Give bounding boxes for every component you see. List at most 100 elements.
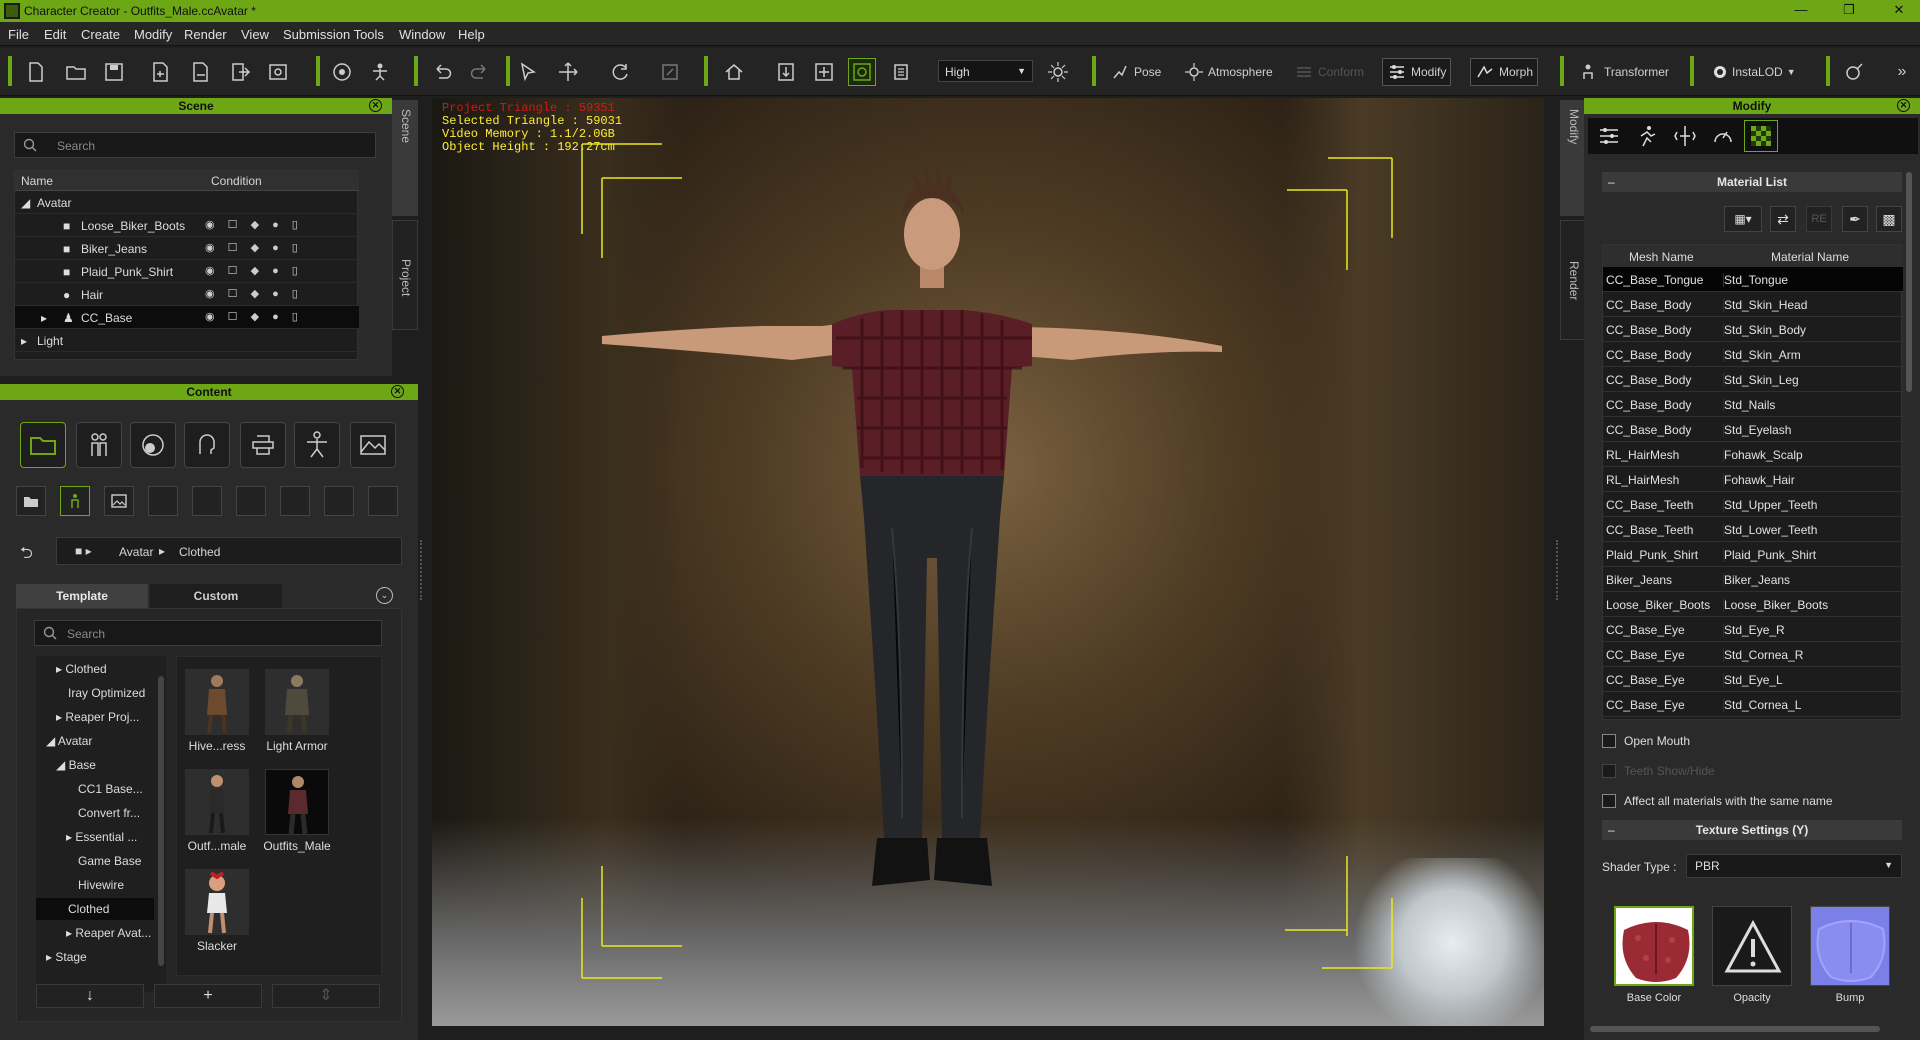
tab-project[interactable]: Project — [392, 220, 418, 330]
close-icon[interactable]: ✕ — [369, 99, 382, 112]
tab-render[interactable]: Render — [1560, 220, 1586, 340]
display-mode-icon[interactable] — [888, 58, 916, 86]
morph-tab-icon[interactable] — [1668, 120, 1702, 152]
tree-row-shirt[interactable]: ■ Plaid_Punk_Shirt ◉ ☐ ◆ ● ▯ — [15, 260, 359, 283]
material-tab-icon[interactable] — [1744, 120, 1778, 152]
tree-row-boots[interactable]: ■ Loose_Biker_Boots ◉ ☐ ◆ ● ▯ — [15, 214, 359, 237]
sub-avatar-icon[interactable] — [60, 486, 90, 516]
save-icon[interactable] — [100, 58, 128, 86]
tree-row-light[interactable]: ▸ Light — [15, 329, 359, 352]
menu-view[interactable]: View — [241, 27, 269, 42]
home-camera-icon[interactable] — [720, 58, 748, 86]
plugin-icon[interactable] — [1840, 58, 1868, 86]
replace-icon[interactable]: ⇕ — [272, 984, 380, 1008]
close-icon[interactable]: ✕ — [1897, 99, 1910, 112]
accessory-icon[interactable] — [240, 422, 286, 468]
splitter-handle[interactable] — [1556, 540, 1560, 600]
tab-scene[interactable]: Scene — [392, 100, 418, 216]
morph-content-icon[interactable] — [130, 422, 176, 468]
morph-button[interactable]: Morph — [1470, 58, 1539, 86]
menu-file[interactable]: File — [8, 27, 29, 42]
modify-button[interactable]: Modify — [1382, 58, 1452, 86]
folder-item[interactable]: ▸ Stage — [46, 946, 87, 968]
base-color-texture[interactable] — [1614, 906, 1694, 986]
material-row[interactable]: CC_Base_Body Std_Skin_Head — [1603, 292, 1903, 317]
affect-all-checkbox[interactable] — [1602, 794, 1616, 808]
move-icon[interactable] — [554, 58, 582, 86]
folder-item[interactable]: ▸ Reaper Avat... — [66, 922, 151, 944]
material-row[interactable]: CC_Base_Body Std_Nails — [1603, 392, 1903, 417]
instalod-button[interactable]: InstaLOD ▼ — [1708, 58, 1800, 86]
tab-modify[interactable]: Modify — [1560, 100, 1586, 216]
thumbnail-item[interactable]: Light Armor — [259, 669, 335, 753]
folder-item[interactable]: Hivewire — [78, 874, 124, 896]
folder-item[interactable]: ◢ Base — [56, 754, 96, 776]
avatar-figure[interactable] — [432, 98, 1544, 1026]
conform-button[interactable]: Conform — [1290, 58, 1368, 86]
3d-viewport[interactable]: Project Triangle : 59351 Selected Triang… — [432, 98, 1544, 1026]
preview-icon[interactable] — [264, 58, 292, 86]
tree-row-jeans[interactable]: ■ Biker_Jeans ◉ ☐ ◆ ● ▯ — [15, 237, 359, 260]
actor-icon[interactable] — [76, 422, 122, 468]
new-file-icon[interactable] — [22, 58, 50, 86]
condition-icons[interactable]: ◉ ☐ ◆ ● ▯ — [205, 310, 355, 326]
menu-window[interactable]: Window — [399, 27, 445, 42]
undo-icon[interactable] — [428, 58, 456, 86]
material-row[interactable]: CC_Base_Body Std_Eyelash — [1603, 417, 1903, 442]
skin-tab-icon[interactable] — [1706, 120, 1740, 152]
swap-icon[interactable]: ⇄ — [1770, 206, 1796, 232]
bump-texture[interactable] — [1810, 906, 1890, 986]
folder-scrollbar[interactable] — [158, 676, 164, 966]
breadcrumb-avatar[interactable]: Avatar — [119, 545, 153, 559]
toolbar-overflow-icon[interactable]: » — [1888, 58, 1916, 86]
tree-row-avatar[interactable]: ◢ Avatar — [15, 191, 359, 214]
menu-render[interactable]: Render — [184, 27, 227, 42]
tab-template[interactable]: Template — [16, 584, 148, 608]
condition-icons[interactable]: ◉ ☐ ◆ ● ▯ — [205, 218, 355, 234]
material-row[interactable]: Biker_Jeans Biker_Jeans — [1603, 567, 1903, 592]
folder-item[interactable]: ▸ Clothed — [56, 658, 107, 680]
chevron-down-icon[interactable]: ⌄ — [376, 587, 393, 604]
send-to-icon[interactable] — [226, 58, 254, 86]
figure-tool-icon[interactable] — [366, 58, 394, 86]
material-row[interactable]: RL_HairMesh Fohawk_Scalp — [1603, 442, 1903, 467]
motion-tab-icon[interactable] — [1630, 120, 1664, 152]
scale-icon[interactable] — [656, 58, 684, 86]
menu-edit[interactable]: Edit — [44, 27, 66, 42]
material-row[interactable]: CC_Base_Body Std_Skin_Body — [1603, 317, 1903, 342]
material-row[interactable]: RL_HairMesh Fohawk_Hair — [1603, 467, 1903, 492]
menu-modify[interactable]: Modify — [134, 27, 172, 42]
transformer-button[interactable]: Transformer — [1576, 58, 1673, 86]
export-icon[interactable] — [186, 58, 214, 86]
breadcrumb-clothed[interactable]: Clothed — [179, 545, 220, 559]
material-row[interactable]: CC_Base_Teeth Std_Lower_Teeth — [1603, 517, 1903, 542]
thumbnail-item[interactable]: Outf...male — [179, 769, 255, 853]
material-row[interactable]: CC_Base_Eye Std_Eye_L — [1603, 667, 1903, 692]
breadcrumb-folder-icon[interactable]: ■ ▸ — [75, 544, 92, 558]
fit-view-icon[interactable] — [772, 58, 800, 86]
folder-item[interactable]: ◢ Avatar — [46, 730, 92, 752]
condition-icons[interactable]: ◉ ☐ ◆ ● ▯ — [205, 264, 355, 280]
folder-item[interactable]: CC1 Base... — [78, 778, 143, 800]
close-button[interactable]: ✕ — [1886, 2, 1912, 20]
thumbnail-item-selected[interactable]: Outfits_Male — [259, 769, 335, 853]
material-row[interactable]: CC_Base_Eye Std_Eye_R — [1603, 617, 1903, 642]
tree-row-cc-base[interactable]: ▸ ♟ CC_Base ◉ ☐ ◆ ● ▯ — [15, 306, 359, 329]
pose-content-icon[interactable] — [294, 422, 340, 468]
thumbnail-item[interactable]: Slacker — [179, 869, 255, 953]
rotate-icon[interactable] — [606, 58, 634, 86]
sphere-icon[interactable] — [328, 58, 356, 86]
tree-row-hair[interactable]: ● Hair ◉ ☐ ◆ ● ▯ — [15, 283, 359, 306]
redo-icon[interactable] — [466, 58, 494, 86]
sub-slot[interactable] — [280, 486, 310, 516]
content-search-input[interactable]: Search — [34, 620, 382, 646]
sub-folder-icon[interactable] — [16, 486, 46, 516]
close-icon[interactable]: ✕ — [391, 385, 404, 398]
sub-image-icon[interactable] — [104, 486, 134, 516]
content-folder-icon[interactable] — [20, 422, 66, 468]
shader-type-dropdown[interactable]: PBR ▼ — [1686, 854, 1902, 878]
folder-item[interactable]: ▸ Reaper Proj... — [56, 706, 139, 728]
opacity-texture[interactable] — [1712, 906, 1792, 986]
add-icon[interactable]: + — [154, 984, 262, 1008]
restore-button[interactable]: ❐ — [1836, 2, 1862, 20]
